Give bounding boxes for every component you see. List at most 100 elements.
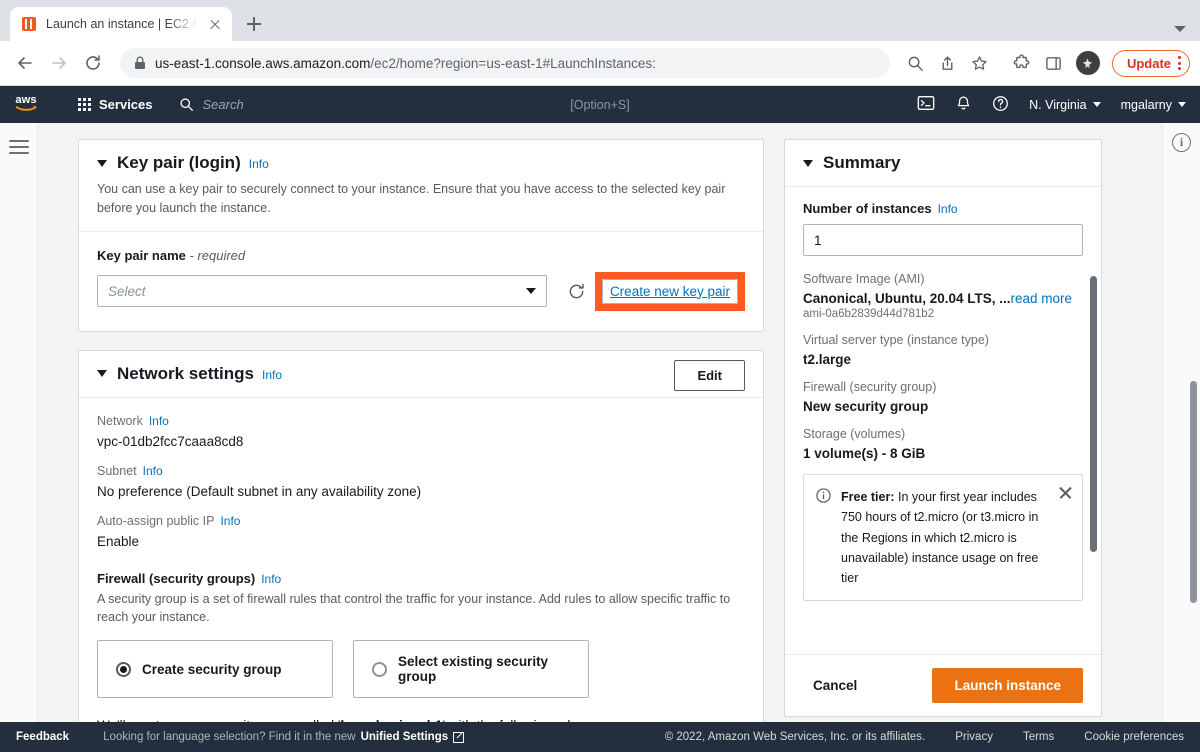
annotation-highlight-box: Create new key pair <box>594 271 745 311</box>
summary-ami-value: Canonical, Ubuntu, 20.04 LTS, ...read mo… <box>803 291 1083 306</box>
firewall-description: A security group is a set of firewall ru… <box>97 591 731 625</box>
reload-icon[interactable] <box>78 48 108 78</box>
page-content: Key pair (login) Info You can use a key … <box>38 123 1200 722</box>
number-of-instances-label-row: Number of instances Info <box>803 201 1083 216</box>
privacy-link[interactable]: Privacy <box>955 731 993 743</box>
info-link[interactable]: Info <box>143 464 163 478</box>
collapse-toggle-icon[interactable] <box>97 159 107 167</box>
key-pair-select-value: Select <box>108 283 146 299</box>
account-menu[interactable]: mgalarny <box>1121 98 1186 112</box>
info-link[interactable]: Info <box>220 514 240 528</box>
create-new-key-pair-link[interactable]: Create new key pair <box>601 278 738 304</box>
edit-button[interactable]: Edit <box>674 359 745 391</box>
number-of-instances-block: Number of instances Info 1 <box>785 187 1101 266</box>
chevron-down-icon <box>1178 102 1186 107</box>
select-existing-security-group-label: Select existing security group <box>398 654 549 684</box>
feedback-link[interactable]: Feedback <box>16 731 69 743</box>
free-tier-body: In your first year includes 750 hours of… <box>841 490 1039 585</box>
aws-top-nav: aws Services Search [Option+S] N. Virgin… <box>0 86 1200 123</box>
collapse-toggle-icon[interactable] <box>97 370 107 377</box>
help-icon[interactable] <box>992 95 1009 115</box>
summary-instance-type-row: Virtual server type (instance type) t2.l… <box>803 333 1083 367</box>
ec2-cube-icon <box>21 16 37 32</box>
hamburger-menu-icon[interactable] <box>8 140 29 722</box>
profile-avatar[interactable] <box>1075 51 1100 75</box>
free-tier-notice: Free tier: In your first year includes 7… <box>803 474 1083 602</box>
update-button-label: Update <box>1126 55 1171 71</box>
share-icon[interactable] <box>934 49 962 77</box>
aws-nav-right: N. Virginia mgalarny <box>917 94 1186 115</box>
new-tab-icon[interactable] <box>240 10 268 38</box>
back-arrow-icon[interactable] <box>10 48 40 78</box>
summary-firewall-row: Firewall (security group) New security g… <box>803 380 1083 414</box>
cloudshell-icon[interactable] <box>917 94 935 115</box>
puzzle-icon[interactable] <box>1008 49 1036 77</box>
info-link[interactable]: Info <box>262 368 282 382</box>
info-icon[interactable]: i <box>1172 133 1191 152</box>
update-button[interactable]: Update <box>1111 49 1190 77</box>
page-footer: Feedback Looking for language selection?… <box>0 722 1200 752</box>
terms-link[interactable]: Terms <box>1023 731 1054 743</box>
summary-title: Summary <box>823 153 901 172</box>
grid-icon <box>78 98 91 111</box>
cookie-preferences-link[interactable]: Cookie preferences <box>1084 731 1184 743</box>
chevron-down-icon <box>1092 102 1101 107</box>
auto-assign-ip-value: Enable <box>97 533 140 549</box>
key-pair-name-label-text: Key pair name <box>97 247 186 263</box>
kebab-menu-icon[interactable] <box>1178 56 1181 70</box>
side-panel-icon[interactable] <box>1040 49 1068 77</box>
create-security-group-option[interactable]: Create security group <box>97 640 333 698</box>
key-pair-select[interactable]: Select <box>97 275 548 307</box>
summary-column: Summary Number of instances Info 1 Softw… <box>784 139 1102 722</box>
network-settings-title: Network settings <box>117 363 254 383</box>
summary-storage-key: Storage (volumes) <box>803 427 906 441</box>
services-menu-button[interactable]: Services <box>78 97 153 112</box>
launch-instance-button[interactable]: Launch instance <box>932 668 1083 703</box>
key-pair-name-label: Key pair name - required <box>97 248 745 263</box>
services-label: Services <box>99 97 153 112</box>
aws-logo[interactable]: aws <box>14 92 56 117</box>
search-icon[interactable] <box>902 49 930 77</box>
radio-button[interactable] <box>372 661 387 677</box>
number-of-instances-input[interactable]: 1 <box>803 224 1083 256</box>
unified-settings-link[interactable]: Unified Settings <box>361 731 449 743</box>
info-icon <box>816 488 831 588</box>
summary-scrollbar[interactable] <box>1090 276 1097 552</box>
network-row-key: Network Info <box>97 414 745 428</box>
chevron-down-icon[interactable] <box>1174 26 1186 32</box>
read-more-link[interactable]: read more <box>1011 291 1073 306</box>
star-icon[interactable] <box>966 49 994 77</box>
radio-button-selected[interactable] <box>116 661 131 677</box>
summary-ami-id: ami-0a6b2839d44d781b2 <box>803 308 935 320</box>
firewall-block: Firewall (security groups) Info A securi… <box>97 571 745 722</box>
key-pair-body: Key pair name - required Select Create n… <box>79 232 763 331</box>
forward-arrow-icon <box>44 48 74 78</box>
cancel-button[interactable]: Cancel <box>803 672 867 699</box>
info-link[interactable]: Info <box>261 572 281 586</box>
close-icon[interactable] <box>1058 485 1073 500</box>
network-settings-section: Network settings Info Edit Network Info … <box>78 349 764 722</box>
region-label: N. Virginia <box>1029 97 1087 112</box>
info-link[interactable]: Info <box>938 202 958 216</box>
info-link[interactable]: Info <box>249 157 269 171</box>
address-bar[interactable]: us-east-1.console.aws.amazon.com/ec2/hom… <box>120 48 890 78</box>
summary-header: Summary <box>785 140 1101 187</box>
select-existing-security-group-option[interactable]: Select existing security group <box>353 640 589 698</box>
aws-search-input[interactable]: Search <box>179 97 918 112</box>
summary-ami-key: Software Image (AMI) <box>803 272 925 286</box>
firewall-options: Create security group Select existing se… <box>97 640 745 698</box>
close-icon[interactable] <box>207 16 223 32</box>
region-selector[interactable]: N. Virginia <box>1029 97 1101 112</box>
info-link[interactable]: Info <box>149 414 169 428</box>
bell-icon[interactable] <box>955 95 972 115</box>
key-pair-title-row: Key pair (login) Info <box>97 153 743 173</box>
collapse-toggle-icon[interactable] <box>803 159 813 167</box>
page-scrollbar[interactable] <box>1190 381 1197 603</box>
main-column: Key pair (login) Info You can use a key … <box>78 139 764 722</box>
external-link-icon <box>453 731 465 743</box>
network-settings-body: Network Info vpc-01db2fcc7caaa8cd8 Subne… <box>79 398 763 722</box>
auto-assign-ip-key-text: Auto-assign public IP <box>97 513 215 528</box>
browser-tab[interactable]: Launch an instance | EC2 Mana <box>10 7 232 41</box>
refresh-icon[interactable] <box>561 275 591 307</box>
network-row-value: vpc-01db2fcc7caaa8cd8 <box>97 433 244 449</box>
